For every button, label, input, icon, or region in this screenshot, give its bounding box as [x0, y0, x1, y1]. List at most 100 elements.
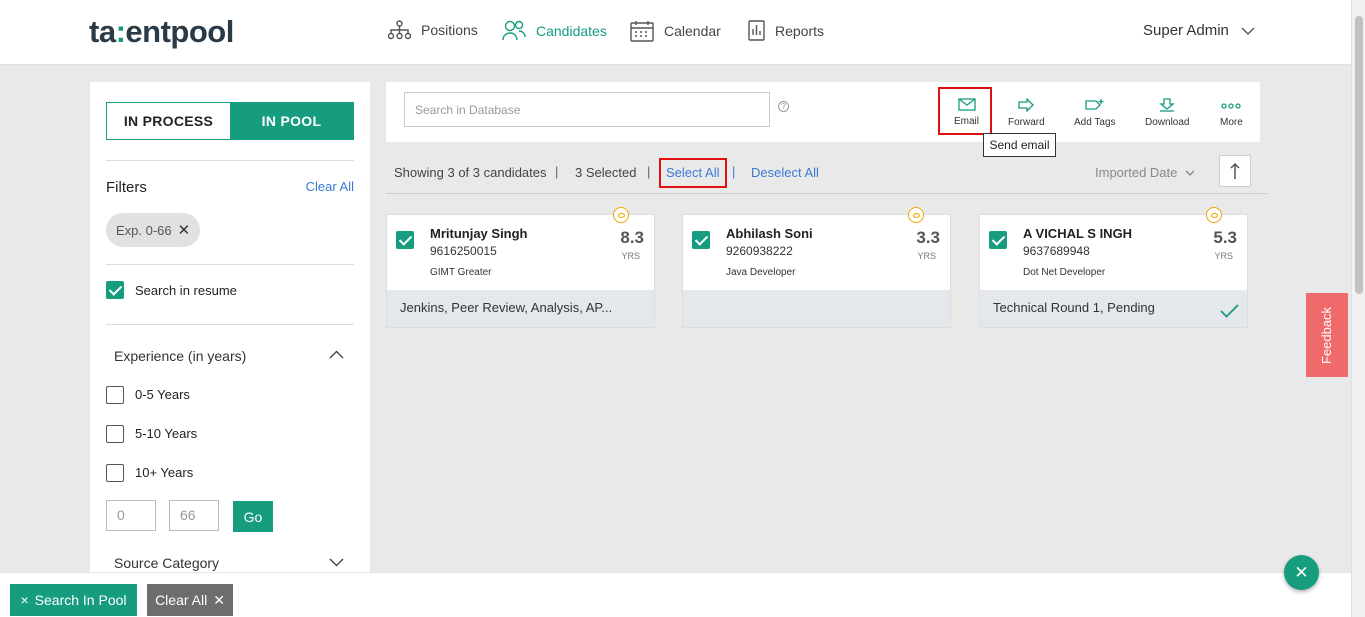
download-action[interactable]: Download: [1145, 98, 1189, 128]
experience-unit: YRS: [621, 251, 640, 261]
candidate-name[interactable]: Abhilash Soni: [726, 226, 813, 241]
scrollbar-thumb[interactable]: [1355, 16, 1363, 294]
exp-10-plus-checkbox[interactable]: [106, 464, 124, 482]
source-category-title[interactable]: Source Category: [114, 555, 219, 571]
exp-min-input[interactable]: 0: [106, 500, 156, 531]
exp-max-input[interactable]: 66: [169, 500, 219, 531]
clear-all-filters-link[interactable]: Clear All: [306, 179, 354, 194]
eye-icon[interactable]: [613, 207, 629, 223]
candidate-stage: Technical Round 1, Pending: [980, 290, 1247, 327]
clear-all-button[interactable]: Clear All ✕: [147, 584, 233, 616]
users-icon: [502, 20, 526, 41]
talentpool-logo[interactable]: ta:entpool: [89, 14, 234, 50]
candidate-experience: 8.3: [620, 228, 644, 247]
divider: [106, 160, 354, 161]
bottom-action-bar: × Search In Pool Clear All ✕: [0, 572, 1351, 617]
chevron-down-icon: [1241, 27, 1255, 35]
remove-chip-icon[interactable]: ✕: [178, 221, 191, 239]
candidate-role: Java Developer: [726, 267, 796, 278]
candidate-checkbox[interactable]: [396, 231, 414, 249]
candidate-role: GIMT Greater: [430, 267, 492, 278]
sort-label: Imported Date: [1095, 165, 1178, 180]
forward-arrow-icon: [1018, 98, 1035, 112]
close-fab-button[interactable]: ✕: [1284, 555, 1319, 590]
search-resume-label: Search in resume: [135, 283, 237, 298]
sort-dropdown[interactable]: Imported Date: [1095, 165, 1195, 180]
chip-label: Exp. 0-66: [116, 222, 172, 238]
sort-direction-button[interactable]: [1219, 155, 1251, 187]
candidate-phone: 9637689948: [1023, 244, 1090, 258]
pool-toggle: IN PROCESS IN POOL: [106, 102, 354, 140]
arrow-up-icon: [1230, 162, 1240, 179]
exp-5-10-checkbox[interactable]: [106, 425, 124, 443]
exp-0-5-label: 0-5 Years: [135, 387, 190, 402]
candidate-card[interactable]: A VICHAL S INGH 9637689948 Dot Net Devel…: [979, 207, 1248, 328]
separator: |: [647, 164, 651, 179]
nav-positions[interactable]: Positions: [388, 20, 478, 40]
nav-candidates[interactable]: Candidates: [502, 20, 607, 41]
eye-icon[interactable]: [1206, 207, 1222, 223]
search-in-pool-button[interactable]: × Search In Pool: [10, 584, 137, 616]
close-icon: ✕: [1294, 562, 1309, 582]
more-action[interactable]: More: [1220, 98, 1243, 128]
more-label: More: [1220, 117, 1243, 128]
send-email-tooltip: Send email: [983, 133, 1056, 157]
go-button[interactable]: Go: [233, 501, 273, 532]
tag-icon: [1085, 99, 1104, 110]
results-divider: [386, 193, 1268, 194]
results-count: Showing 3 of 3 candidates: [394, 165, 547, 180]
selected-count: 3 Selected: [575, 165, 637, 180]
candidate-checkbox[interactable]: [692, 231, 710, 249]
feedback-tab[interactable]: Feedback: [1306, 293, 1348, 377]
candidate-name[interactable]: Mritunjay Singh: [430, 226, 528, 241]
hierarchy-icon: [388, 20, 411, 40]
more-dots-icon: [1221, 103, 1242, 109]
forward-action[interactable]: Forward: [1008, 98, 1045, 128]
nav-reports-label: Reports: [775, 22, 825, 39]
exp-5-10-label: 5-10 Years: [135, 426, 198, 441]
in-pool-tab[interactable]: IN POOL: [230, 103, 353, 139]
deselect-all-link[interactable]: Deselect All: [751, 165, 819, 180]
eye-icon[interactable]: [908, 207, 924, 223]
checkmark-icon: [1220, 304, 1239, 318]
page-scrollbar[interactable]: [1351, 0, 1365, 617]
help-icon[interactable]: ?: [778, 101, 789, 112]
nav-calendar-label: Calendar: [664, 23, 721, 39]
candidate-checkbox[interactable]: [989, 231, 1007, 249]
select-all-highlight-box: [659, 158, 727, 188]
user-name: Super Admin: [1143, 22, 1229, 39]
add-tags-label: Add Tags: [1074, 117, 1116, 128]
search-in-pool-label: Search In Pool: [34, 592, 127, 608]
experience-unit: YRS: [917, 251, 936, 261]
experience-unit: YRS: [1214, 251, 1233, 261]
chevron-down-icon: [1185, 170, 1195, 176]
nav-calendar[interactable]: Calendar: [630, 20, 721, 42]
user-menu[interactable]: Super Admin: [1143, 22, 1255, 39]
in-process-tab[interactable]: IN PROCESS: [107, 103, 230, 139]
chevron-down-icon[interactable]: [329, 558, 344, 567]
email-highlight-box: [938, 87, 992, 135]
nav-positions-label: Positions: [421, 22, 478, 38]
exp-10-plus-label: 10+ Years: [135, 465, 194, 480]
clear-all-label: Clear All: [155, 592, 208, 608]
action-toolbar: Search in Database ? Email Forward Add T…: [386, 82, 1260, 142]
candidate-card[interactable]: Abhilash Soni 9260938222 Java Developer …: [682, 207, 951, 328]
candidate-role: Dot Net Developer: [1023, 267, 1106, 278]
close-icon: ×: [20, 592, 29, 608]
nav-candidates-label: Candidates: [536, 22, 607, 39]
filters-title: Filters: [106, 179, 147, 196]
candidate-phone: 9616250015: [430, 244, 497, 258]
calendar-icon: [630, 21, 654, 42]
filter-sidebar: IN PROCESS IN POOL Filters Clear All Exp…: [90, 82, 370, 582]
experience-section-title[interactable]: Experience (in years): [114, 348, 246, 364]
chevron-up-icon[interactable]: [329, 350, 344, 359]
candidate-name[interactable]: A VICHAL S INGH: [1023, 226, 1132, 241]
add-tags-action[interactable]: Add Tags: [1074, 98, 1116, 128]
database-search-input[interactable]: Search in Database: [404, 92, 770, 127]
search-resume-checkbox[interactable]: [106, 281, 124, 299]
separator: |: [555, 164, 559, 179]
exp-0-5-checkbox[interactable]: [106, 386, 124, 404]
nav-reports[interactable]: Reports: [748, 20, 824, 41]
candidate-card[interactable]: Mritunjay Singh 9616250015 GIMT Greater …: [386, 207, 655, 328]
forward-label: Forward: [1008, 117, 1045, 128]
